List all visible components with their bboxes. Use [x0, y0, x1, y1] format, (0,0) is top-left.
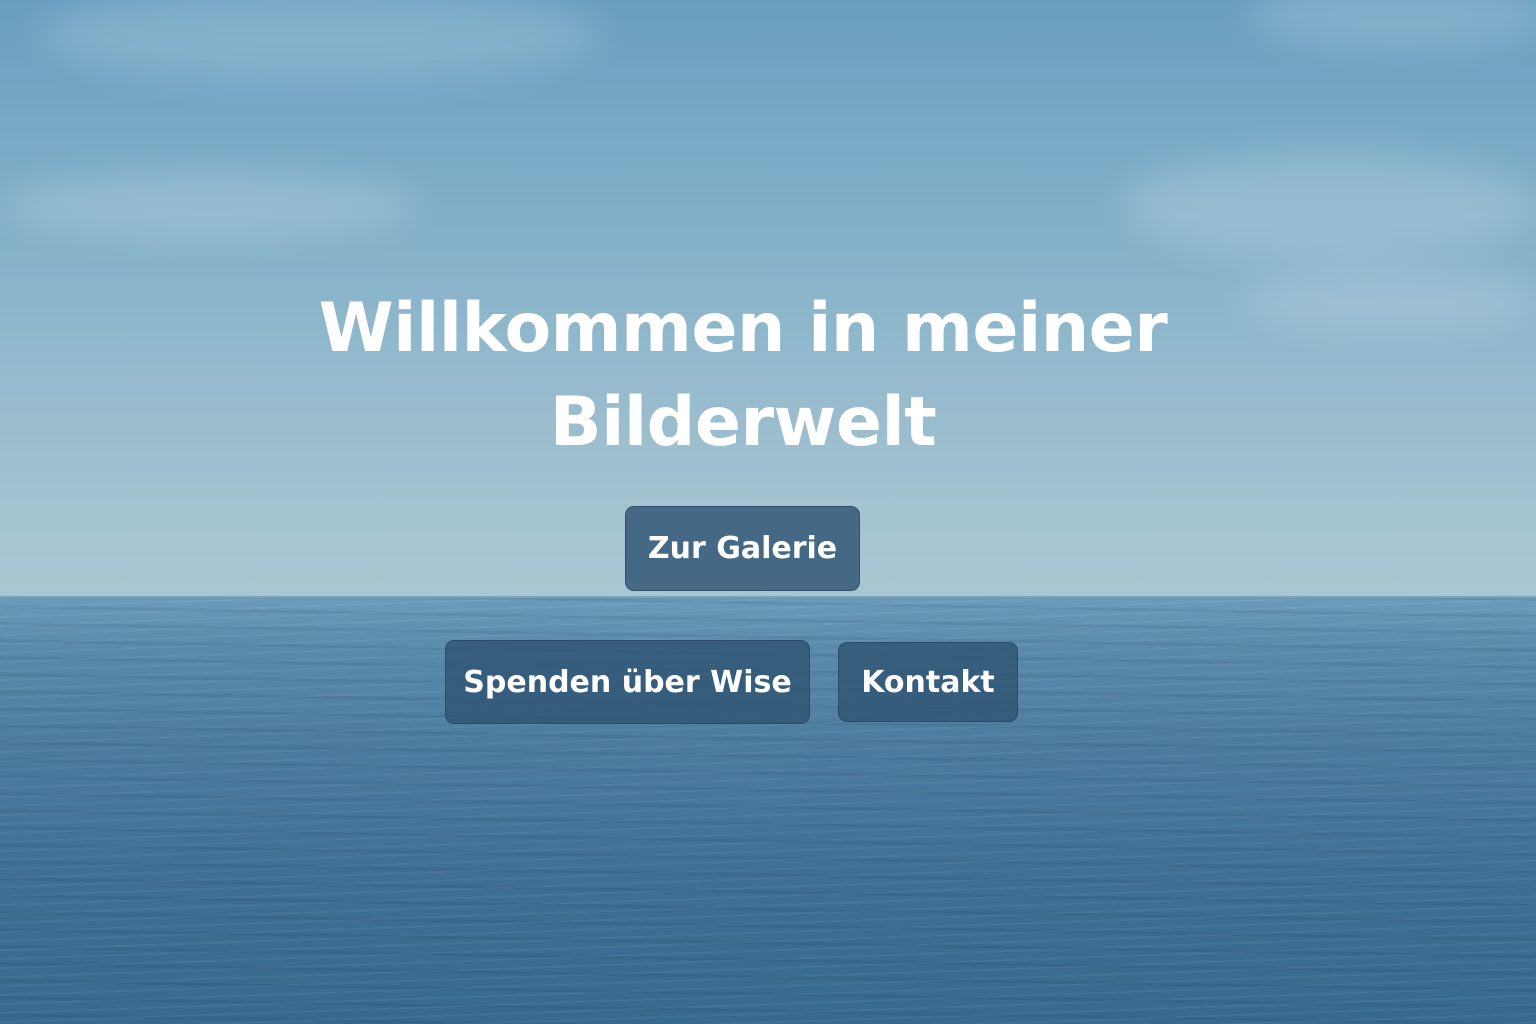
cloud [0, 170, 420, 240]
cloud [1120, 150, 1536, 260]
cloud [1240, 270, 1536, 330]
contact-button-label: Kontakt [861, 664, 995, 700]
horizon-line [0, 596, 1536, 599]
donate-wise-button[interactable]: Spenden über Wise [445, 640, 810, 724]
page-title-line-2: Bilderwelt [549, 383, 937, 462]
page-title: Willkommen in meiner Bilderwelt [268, 282, 1218, 470]
donate-button-label: Spenden über Wise [463, 664, 792, 700]
gallery-button-label: Zur Galerie [647, 531, 838, 566]
contact-button[interactable]: Kontakt [838, 642, 1018, 722]
gallery-button[interactable]: Zur Galerie [625, 506, 860, 591]
page-title-line-1: Willkommen in meiner [318, 289, 1168, 368]
